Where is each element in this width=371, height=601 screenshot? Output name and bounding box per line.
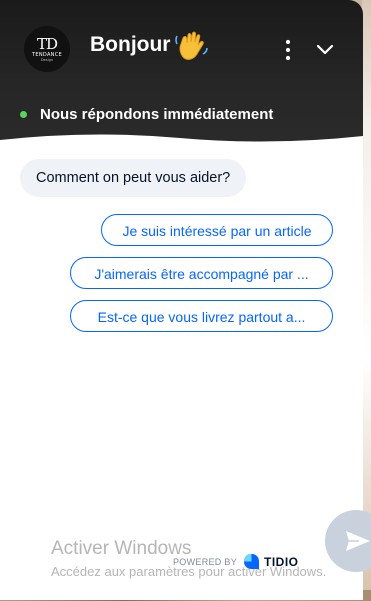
waving-hand-icon bbox=[175, 31, 208, 60]
chat-header: TD TENDANCE Design Bonjour Nous répondon… bbox=[0, 0, 363, 150]
logo-monogram: TD bbox=[36, 34, 58, 53]
header-wave-shape bbox=[0, 134, 363, 158]
windows-activation-subtitle: Accédez aux paramètres pour activer Wind… bbox=[51, 564, 327, 579]
chevron-down-icon[interactable] bbox=[315, 40, 335, 60]
windows-activation-title: Activer Windows bbox=[51, 538, 192, 559]
online-status-dot bbox=[20, 111, 27, 118]
more-vertical-icon[interactable] bbox=[281, 38, 295, 62]
quick-reply-accompanied[interactable]: J'aimerais être accompagné par ... bbox=[70, 257, 333, 289]
send-icon[interactable] bbox=[345, 529, 371, 553]
quick-reply-article-interest[interactable]: Je suis intéressé par un article bbox=[101, 214, 333, 246]
chat-widget: TD TENDANCE Design Bonjour Nous répondon… bbox=[0, 0, 363, 600]
availability-status: Nous répondons immédiatement bbox=[20, 106, 273, 123]
greeting-message: Comment on peut vous aider? bbox=[20, 159, 247, 197]
logo-subtext: Design bbox=[40, 57, 54, 62]
company-logo: TD TENDANCE Design bbox=[24, 26, 70, 72]
status-text: Nous répondons immédiatement bbox=[40, 106, 274, 123]
quick-reply-delivery[interactable]: Est-ce que vous livrez partout a... bbox=[70, 300, 333, 332]
chat-title: Bonjour bbox=[90, 33, 171, 56]
